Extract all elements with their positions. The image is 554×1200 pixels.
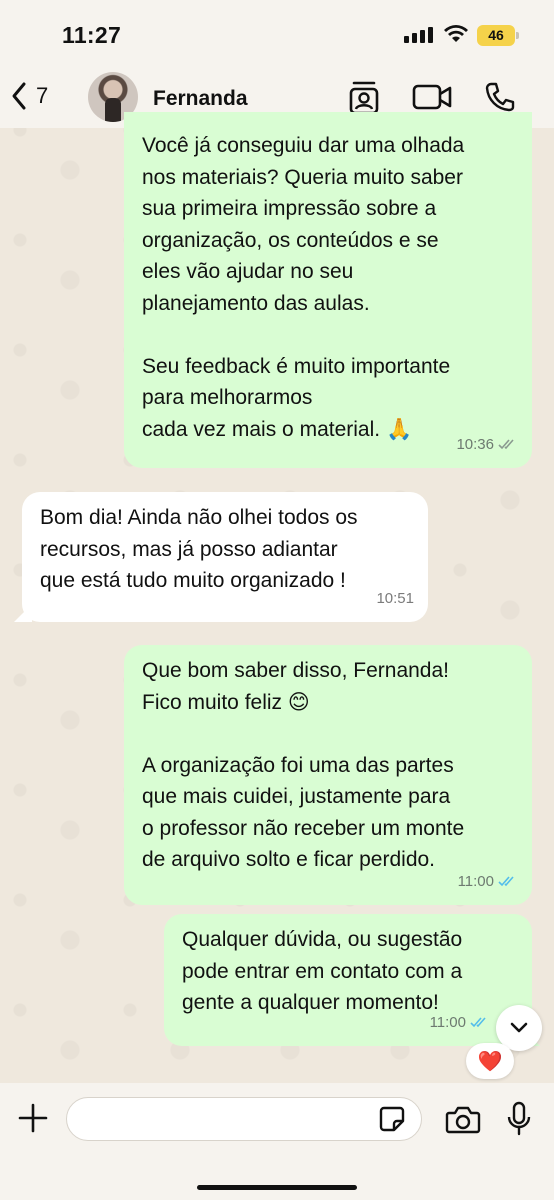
back-button[interactable]: 7 [10, 80, 48, 112]
message-meta: 10:51 [376, 583, 414, 615]
battery-indicator: 46 [477, 25, 519, 46]
message-bubble-incoming[interactable]: Bom dia! Ainda não olhei todos os recurs… [14, 492, 428, 622]
message-time: 10:36 [456, 435, 494, 453]
message-meta: 10:36 [456, 429, 518, 461]
message-bubble-outgoing[interactable]: Qualquer dúvida, ou sugestão pode entrar… [164, 914, 540, 1046]
status-bar: 11:27 46 [0, 0, 554, 70]
heart-icon: ❤️ [477, 1049, 503, 1073]
message-meta: 11:00 [430, 1007, 490, 1039]
status-time: 11:27 [62, 22, 122, 48]
read-ticks-icon [498, 439, 514, 450]
chevron-left-icon [12, 82, 26, 110]
microphone-icon[interactable] [506, 1101, 532, 1137]
message-bubble-outgoing[interactable]: Que bom saber disso, Fernanda! Fico muit… [124, 645, 532, 905]
unread-count: 7 [36, 83, 49, 108]
message-text: Você já conseguiu dar uma olhada nos mat… [142, 134, 465, 441]
heart-reaction[interactable]: ❤️ [466, 1043, 514, 1079]
message-time: 11:00 [429, 1013, 466, 1031]
read-ticks-icon [470, 1017, 486, 1028]
video-call-icon[interactable] [412, 83, 454, 111]
read-ticks-icon [498, 876, 514, 887]
message-time: 10:51 [376, 589, 414, 607]
cellular-signal-icon [404, 27, 433, 43]
plus-icon[interactable] [16, 1101, 50, 1135]
wifi-icon [444, 25, 468, 42]
contact-card-icon[interactable] [347, 80, 381, 116]
sticker-icon[interactable] [378, 1105, 406, 1133]
phone-icon[interactable] [484, 81, 516, 113]
praying-hands-emoji: 🙏 [385, 416, 413, 441]
message-time: 11:00 [457, 872, 494, 890]
contact-name[interactable]: Fernanda [153, 87, 248, 111]
message-meta: 11:00 [458, 866, 518, 898]
camera-icon[interactable] [445, 1105, 481, 1135]
message-text: Bom dia! Ainda não olhei todos os recurs… [40, 506, 358, 592]
chevron-down-icon [510, 1022, 528, 1033]
smiling-face-emoji: 😊 [287, 689, 310, 714]
message-input[interactable] [66, 1097, 422, 1141]
home-indicator [197, 1185, 357, 1190]
message-composer [0, 1083, 554, 1200]
message-text: Qualquer dúvida, ou sugestão pode entrar… [182, 928, 463, 1014]
message-text: Que bom saber disso, Fernanda! Fico muit… [142, 659, 465, 871]
message-bubble-outgoing[interactable]: Você já conseguiu dar uma olhada nos mat… [124, 112, 532, 468]
